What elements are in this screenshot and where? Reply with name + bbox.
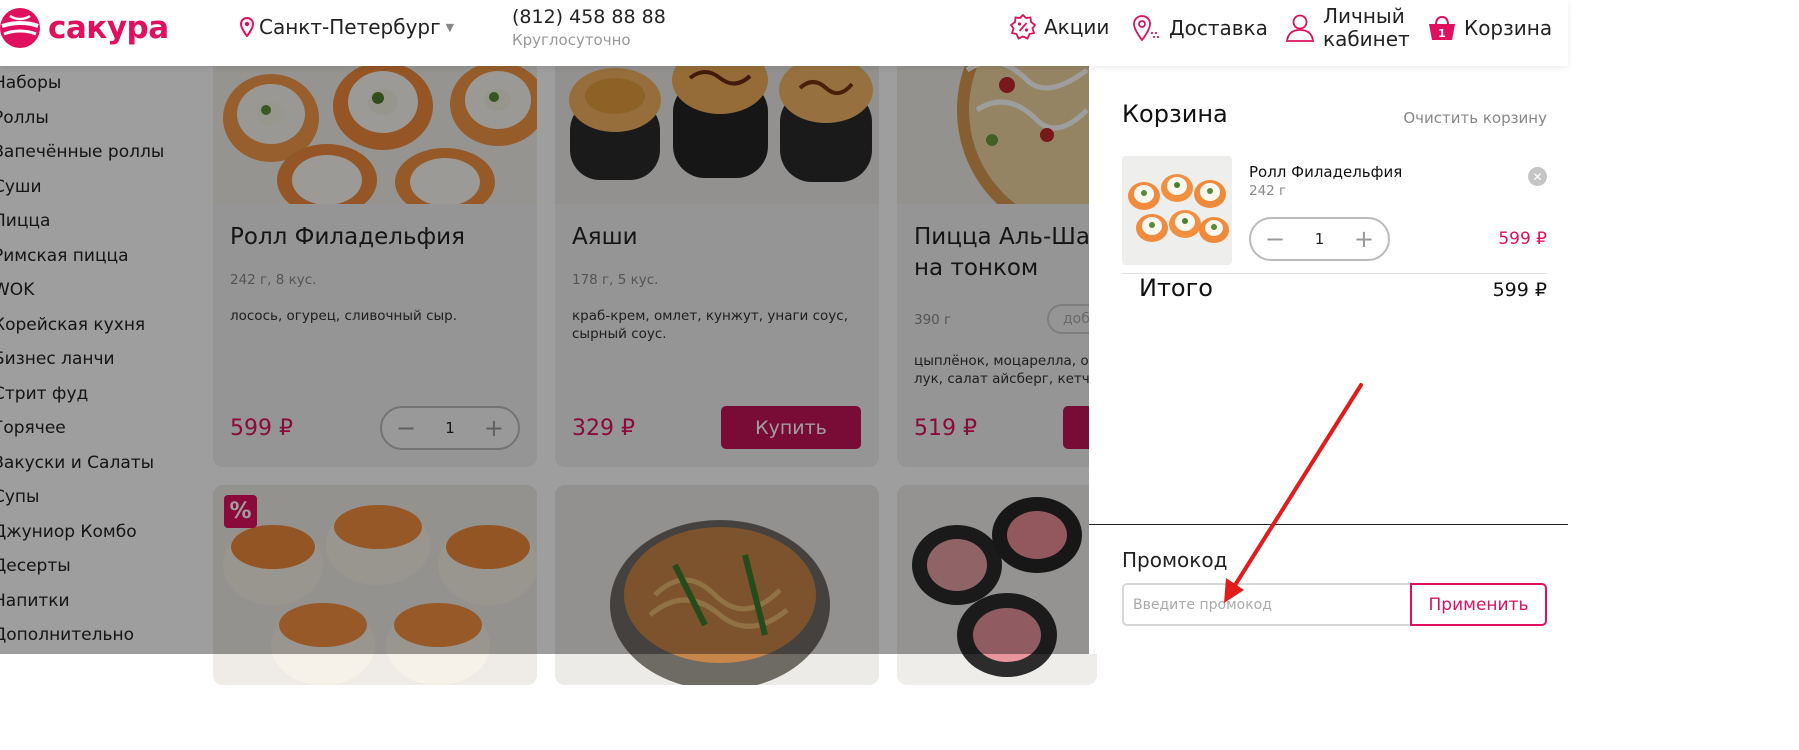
- remove-item-icon[interactable]: ✕: [1528, 167, 1547, 186]
- cart-quantity-stepper: − 1 +: [1249, 217, 1390, 261]
- plus-icon[interactable]: +: [1354, 227, 1374, 251]
- minus-icon[interactable]: −: [1265, 227, 1285, 251]
- total-label: Итого: [1139, 274, 1213, 302]
- discount-icon: [1010, 14, 1036, 40]
- clear-cart-button[interactable]: Очистить корзину: [1403, 109, 1547, 127]
- cart-title: Корзина: [1122, 100, 1228, 128]
- nav-delivery[interactable]: Доставка: [1131, 14, 1268, 42]
- apply-promo-button[interactable]: Применить: [1410, 583, 1547, 626]
- city-name: Санкт-Петербург: [259, 15, 441, 39]
- nav-account-label: Личный кабинет: [1323, 4, 1410, 51]
- nav-promotions[interactable]: Акции: [1010, 14, 1109, 40]
- nav-delivery-label: Доставка: [1169, 16, 1268, 40]
- cart-quantity-value: 1: [1314, 230, 1325, 248]
- modal-backdrop[interactable]: [0, 66, 1089, 654]
- promo-code-input[interactable]: [1122, 583, 1411, 626]
- city-selector[interactable]: Санкт-Петербург ▼: [240, 15, 454, 39]
- total-value: 599 ₽: [1492, 279, 1547, 301]
- site-header: сакура Санкт-Петербург ▼ (812) 458 88 88…: [0, 0, 1568, 66]
- phone-block: (812) 458 88 88 Круглосуточно: [512, 6, 666, 49]
- phone-number[interactable]: (812) 458 88 88: [512, 6, 666, 28]
- basket-icon: 1: [1429, 15, 1455, 40]
- cart-item-weight: 242 г: [1249, 183, 1287, 199]
- nav-cart-label: Корзина: [1464, 16, 1553, 40]
- phone-hours: Круглосуточно: [512, 31, 631, 49]
- nav-promotions-label: Акции: [1044, 15, 1110, 39]
- cart-panel: Корзина Очистить корзину Ролл Филадельфи…: [1089, 66, 1568, 654]
- delivery-pin-icon: [1133, 15, 1159, 42]
- promo-label: Промокод: [1122, 548, 1228, 572]
- cart-item-name: Ролл Филадельфия: [1249, 163, 1403, 181]
- cart-item-price: 599 ₽: [1498, 229, 1547, 249]
- cart-count: 1: [1438, 27, 1446, 40]
- logo[interactable]: сакура: [0, 6, 169, 50]
- nav-account[interactable]: Личный кабинет: [1285, 5, 1413, 51]
- location-pin-icon: [240, 17, 254, 37]
- chevron-down-icon: ▼: [445, 20, 455, 34]
- divider: [1089, 524, 1568, 525]
- cart-item-image: [1122, 156, 1232, 265]
- logo-text: сакура: [48, 10, 169, 46]
- sakura-logo-icon: [0, 8, 40, 48]
- nav-cart[interactable]: 1 Корзина: [1428, 14, 1552, 42]
- user-icon: [1285, 14, 1315, 42]
